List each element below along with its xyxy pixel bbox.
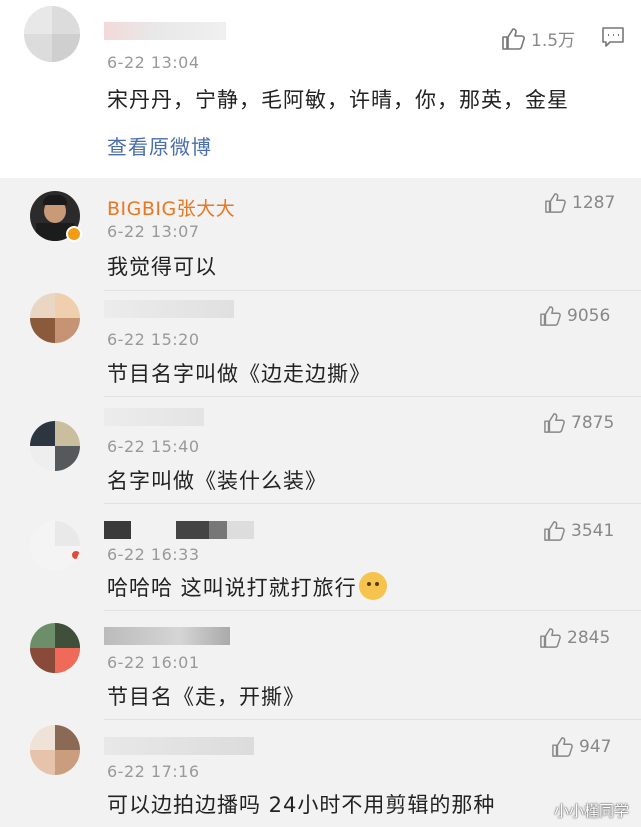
divider (104, 610, 641, 611)
like-button[interactable]: 1.5万 (501, 26, 575, 51)
avatar[interactable] (24, 6, 80, 62)
verified-badge-icon (66, 226, 82, 242)
blurred-username (104, 627, 230, 645)
comment-text: 节目名《走，开撕》 (107, 685, 305, 709)
comment-text-content: 哈哈哈 这叫说打就打旅行 (107, 576, 357, 600)
comment-text: 可以边拍边播吗 24小时不用剪辑的那种 (107, 793, 496, 817)
blurred-username (104, 408, 204, 426)
comment-text: 我觉得可以 (107, 255, 217, 279)
like-button[interactable]: 947 (551, 737, 611, 757)
avatar[interactable] (30, 293, 80, 343)
blurred-username (104, 300, 234, 318)
comment-time: 6-22 13:07 (107, 222, 200, 241)
like-button[interactable]: 1287 (544, 193, 615, 213)
comment-time: 6-22 17:16 (107, 762, 200, 781)
thumbs-up-icon (539, 628, 561, 648)
like-button[interactable]: 2845 (539, 628, 610, 648)
divider (104, 290, 641, 291)
divider (104, 396, 641, 397)
comment-text: 名字叫做《装什么装》 (107, 469, 327, 493)
avatar[interactable] (30, 521, 80, 571)
dog-face-emoji (358, 572, 387, 600)
comment-icon[interactable] (601, 26, 625, 52)
post-text: 宋丹丹，宁静，毛阿敏，许晴，你，那英，金星 (107, 88, 569, 112)
like-count: 3541 (571, 521, 615, 541)
like-count: 1287 (572, 193, 616, 213)
comment-text: 节目名字叫做《边走边撕》 (107, 362, 371, 386)
thumbs-up-icon (543, 413, 565, 433)
divider (104, 719, 641, 720)
avatar[interactable] (30, 421, 80, 471)
thumbs-up-icon (501, 27, 525, 50)
avatar[interactable] (30, 725, 80, 775)
watermark: 小小槿同学 (553, 802, 629, 820)
comment-time: 6-22 16:01 (107, 653, 200, 672)
post-time: 6-22 13:04 (107, 53, 200, 72)
like-count: 2845 (567, 628, 611, 648)
view-original-link[interactable]: 查看原微博 (107, 131, 212, 160)
blurred-username (104, 521, 254, 539)
like-button[interactable]: 7875 (543, 413, 614, 433)
comment-time: 6-22 15:40 (107, 437, 200, 456)
blurred-username (104, 22, 226, 40)
commenter-name[interactable]: BIGBIG张大大 (107, 194, 235, 221)
comment-time: 6-22 16:33 (107, 545, 200, 564)
like-count: 9056 (567, 306, 611, 326)
blurred-username (104, 737, 254, 755)
divider (104, 503, 641, 504)
avatar[interactable] (30, 623, 80, 673)
like-count: 947 (579, 737, 612, 757)
thumbs-up-icon (543, 521, 565, 541)
thumbs-up-icon (544, 193, 566, 213)
like-button[interactable]: 9056 (539, 306, 610, 326)
original-post-card: 6-22 13:04 1.5万 宋丹丹，宁静，毛阿敏，许晴，你，那英，金星 查看… (0, 0, 641, 178)
thumbs-up-icon (539, 306, 561, 326)
thumbs-up-icon (551, 737, 573, 757)
like-count: 1.5万 (531, 31, 576, 51)
like-count: 7875 (571, 413, 615, 433)
comment-time: 6-22 15:20 (107, 330, 200, 349)
comment-text: 哈哈哈 这叫说打就打旅行 (107, 572, 387, 602)
like-button[interactable]: 3541 (543, 521, 614, 541)
